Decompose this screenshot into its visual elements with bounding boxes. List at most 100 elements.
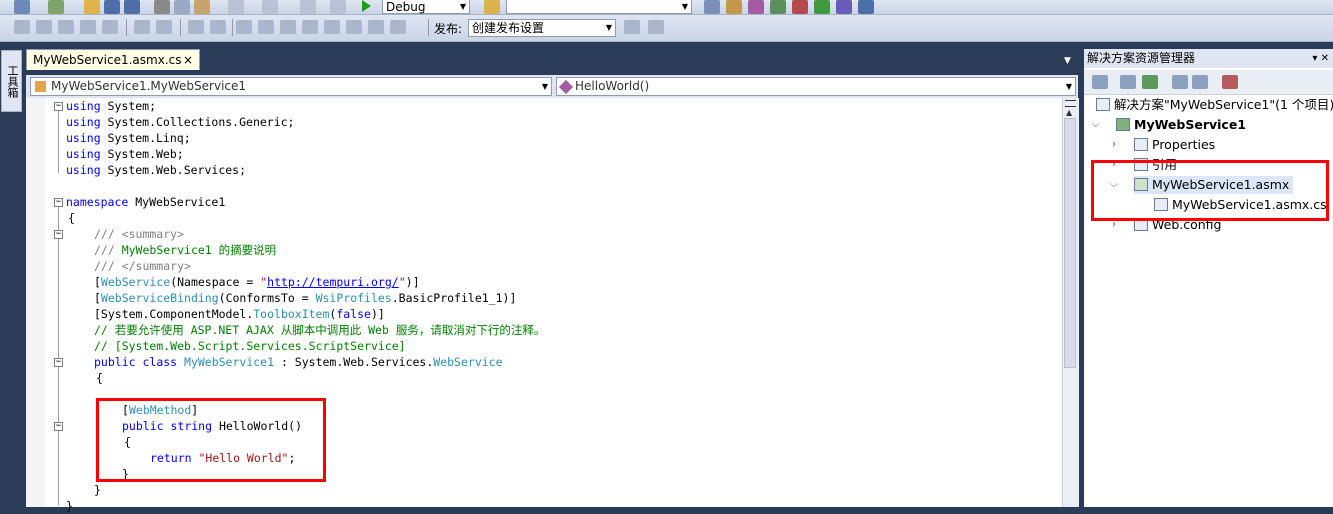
doc-comment: MyWebService1 的摘要说明 xyxy=(121,243,277,257)
command-window-icon[interactable] xyxy=(858,0,874,14)
chevron-down-icon: ▼ xyxy=(1065,82,1073,91)
find-in-files-icon[interactable] xyxy=(484,0,500,14)
publish-settings-icon[interactable] xyxy=(648,20,664,34)
chevron-down-icon: ▼ xyxy=(605,23,613,32)
code-line: [WebServiceBinding(ConformsTo = WsiProfi… xyxy=(94,290,516,306)
extension-manager-icon[interactable] xyxy=(836,0,852,14)
code-text: System.Web; xyxy=(100,147,184,161)
keyword: namespace xyxy=(66,195,129,209)
align-center-icon[interactable] xyxy=(36,20,52,34)
cut-icon[interactable] xyxy=(154,0,170,14)
chevron-right-icon[interactable]: › xyxy=(1112,139,1116,150)
publish-web-icon[interactable] xyxy=(624,20,640,34)
solution-explorer-icon[interactable] xyxy=(704,0,720,14)
outdent-icon[interactable] xyxy=(156,20,172,34)
collapse-class-icon[interactable]: − xyxy=(54,358,63,367)
save-all-icon[interactable] xyxy=(124,0,140,14)
view-code-icon[interactable] xyxy=(1172,75,1188,89)
toolbox-tab[interactable]: 工具箱 xyxy=(1,50,22,112)
align-right-icon[interactable] xyxy=(58,20,74,34)
properties-window-icon[interactable] xyxy=(726,0,742,14)
redo-icon[interactable] xyxy=(262,0,278,14)
string: " xyxy=(398,275,406,289)
type-name: WebService xyxy=(100,275,171,289)
undo-icon[interactable] xyxy=(228,0,244,14)
outline-line xyxy=(58,111,59,173)
tab-dropdown-icon[interactable]: ▼ xyxy=(1064,56,1071,66)
uncomment-icon[interactable] xyxy=(210,20,226,34)
code-line: using System; xyxy=(66,98,156,114)
url-link[interactable]: http://tempuri.org/ xyxy=(267,275,399,289)
paste-icon[interactable] xyxy=(194,0,210,14)
view-designer-icon[interactable] xyxy=(1192,75,1208,89)
comment: // 若要允许使用 ASP.NET AJAX 从脚本中调用此 Web 服务，请取… xyxy=(94,323,546,337)
class-view-icon[interactable] xyxy=(770,0,786,14)
class-diagram-icon[interactable] xyxy=(1222,75,1238,89)
bookmark-next-doc-icon[interactable] xyxy=(368,20,384,34)
tree-item-properties[interactable]: Properties xyxy=(1134,136,1215,154)
code-text: )] xyxy=(405,275,420,289)
copy-icon[interactable] xyxy=(174,0,190,14)
member-navigation-select[interactable]: HelloWorld() ▼ xyxy=(556,77,1076,96)
collapse-usings-icon[interactable]: − xyxy=(54,102,63,111)
collapse-method-icon[interactable]: − xyxy=(54,422,63,431)
bring-front-icon[interactable] xyxy=(102,20,118,34)
member-navigation-value: HelloWorld() xyxy=(575,79,650,93)
keyword: using xyxy=(66,115,101,129)
bookmark-next-icon[interactable] xyxy=(280,20,296,34)
add-item-icon[interactable] xyxy=(48,0,64,14)
bookmark-next-folder-icon[interactable] xyxy=(324,20,340,34)
refresh-icon[interactable] xyxy=(1142,75,1158,89)
indent-icon[interactable] xyxy=(134,20,150,34)
keyword: public xyxy=(94,355,136,369)
close-icon[interactable]: × xyxy=(183,50,193,70)
solution-explorer-title: 解决方案资源管理器 xyxy=(1087,51,1196,65)
start-debug-icon[interactable] xyxy=(362,0,371,12)
class-navigation-value: MyWebService1.MyWebService1 xyxy=(51,79,247,93)
bookmark-prev-icon[interactable] xyxy=(258,20,274,34)
object-browser-icon[interactable] xyxy=(748,0,764,14)
align-left-icon[interactable] xyxy=(14,20,30,34)
start-page-icon[interactable] xyxy=(814,0,830,14)
document-tab[interactable]: MyWebService1.asmx.cs × xyxy=(26,49,200,70)
class-navigation-select[interactable]: MyWebService1.MyWebService1 ▼ xyxy=(30,77,552,96)
pin-icon[interactable]: ▾ ✕ xyxy=(1312,49,1329,68)
code-text: [ xyxy=(94,291,101,305)
code-line: { xyxy=(68,210,75,226)
open-file-icon[interactable] xyxy=(84,0,100,14)
keyword: using xyxy=(66,131,101,145)
publish-settings-select[interactable]: 创建发布设置 ▼ xyxy=(468,19,616,37)
comment-icon[interactable] xyxy=(188,20,204,34)
split-handle-icon[interactable] xyxy=(1065,100,1076,107)
new-project-icon[interactable] xyxy=(14,0,30,14)
clear-bookmarks-icon[interactable] xyxy=(390,20,406,34)
chevron-down-icon[interactable]: ⌵ xyxy=(1092,119,1100,130)
solution-highlight-box xyxy=(1091,160,1329,221)
font-size-icon[interactable] xyxy=(80,20,96,34)
code-text: [System.ComponentModel. xyxy=(94,307,254,321)
properties-icon[interactable] xyxy=(1092,75,1108,89)
collapse-summary-icon[interactable]: − xyxy=(54,230,63,239)
tree-item-solution[interactable]: 解决方案"MyWebService1"(1 个项目) xyxy=(1096,96,1333,114)
toolbox-icon[interactable] xyxy=(792,0,808,14)
editor-scroll-thumb[interactable] xyxy=(1064,118,1076,368)
collapse-namespace-icon[interactable]: − xyxy=(54,198,63,207)
code-text: System.Web.Services; xyxy=(100,163,247,177)
chevron-down-icon: ▼ xyxy=(541,82,549,91)
find-combo[interactable]: ▼ xyxy=(506,0,692,14)
tree-item-project[interactable]: MyWebService1 xyxy=(1116,116,1246,134)
bookmark-prev-doc-icon[interactable] xyxy=(346,20,362,34)
code-text: [ xyxy=(94,275,101,289)
solution-icon xyxy=(1096,98,1110,111)
solution-explorer-header: 解决方案资源管理器 ▾ ✕ xyxy=(1084,49,1333,68)
save-icon[interactable] xyxy=(104,0,120,14)
bookmark-prev-folder-icon[interactable] xyxy=(302,20,318,34)
bookmark-icon[interactable] xyxy=(236,20,252,34)
navigate-back-icon[interactable] xyxy=(300,0,316,14)
show-all-files-icon[interactable] xyxy=(1120,75,1136,89)
scroll-up-icon[interactable]: ▲ xyxy=(1066,108,1072,117)
tree-item-label: 解决方案"MyWebService1"(1 个项目) xyxy=(1114,97,1333,112)
navigation-bar: MyWebService1.MyWebService1 ▼ HelloWorld… xyxy=(26,75,1078,98)
solution-config-select[interactable]: Debug ▼ xyxy=(382,0,470,14)
navigate-forward-icon[interactable] xyxy=(330,0,346,14)
